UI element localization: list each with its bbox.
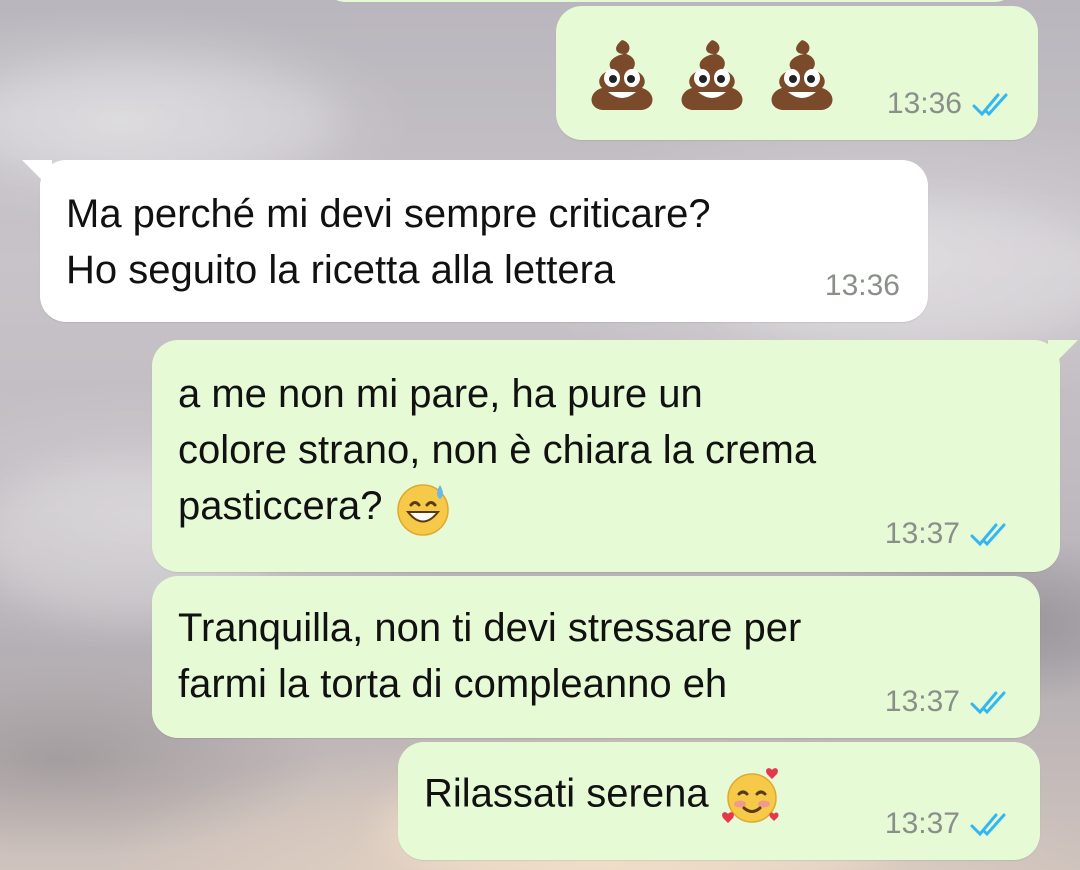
- double-check-read-icon: [970, 691, 1006, 715]
- bubble-tail: [22, 160, 52, 190]
- message-meta: 13:36: [825, 268, 900, 304]
- message-bubble-outgoing[interactable]: Rilassati serena 13:37: [398, 742, 1040, 860]
- message-meta: 13:37: [885, 516, 1014, 552]
- message-meta: 13:36: [887, 86, 1016, 122]
- bubble-tail: [1048, 340, 1078, 370]
- poop-emoji: [771, 40, 833, 110]
- double-check-read-icon: [970, 813, 1006, 837]
- message-time: 13:36: [824, 269, 900, 302]
- message-meta: 13:37: [885, 684, 1014, 720]
- double-check-read-icon: [970, 523, 1006, 547]
- message-bubble-outgoing[interactable]: a me non mi pare, ha pure un colore stra…: [152, 340, 1078, 572]
- message-bubble-outgoing[interactable]: 13:36: [556, 6, 1038, 140]
- message-text-body: Rilassati serena: [424, 771, 709, 816]
- emoji-row: [582, 34, 842, 114]
- message-time: 13:36: [886, 87, 962, 120]
- message-text-body: a me non mi pare, ha pure un colore stra…: [178, 372, 817, 528]
- poop-emoji: [591, 40, 653, 110]
- chat-background: 13:36 Ma perché mi devi sempre criticare…: [0, 0, 1080, 870]
- smiling-face-with-hearts-emoji: [721, 768, 779, 823]
- message-text: a me non mi pare, ha pure un colore stra…: [178, 366, 1060, 537]
- message-time: 13:37: [884, 807, 960, 840]
- message-time: 13:37: [884, 517, 960, 550]
- message-time: 13:37: [884, 685, 960, 718]
- message-bubble-incoming[interactable]: Ma perché mi devi sempre criticare? Ho s…: [22, 160, 928, 322]
- poop-emoji: [681, 40, 743, 110]
- double-check-read-icon: [972, 93, 1008, 117]
- message-meta: 13:37: [885, 806, 1014, 842]
- previous-message-bubble[interactable]: [320, 0, 1020, 2]
- grinning-sweat-emoji: [396, 484, 449, 537]
- message-bubble-outgoing[interactable]: Tranquilla, non ti devi stressare per fa…: [152, 576, 1040, 738]
- message-text: Ma perché mi devi sempre criticare? Ho s…: [66, 192, 711, 292]
